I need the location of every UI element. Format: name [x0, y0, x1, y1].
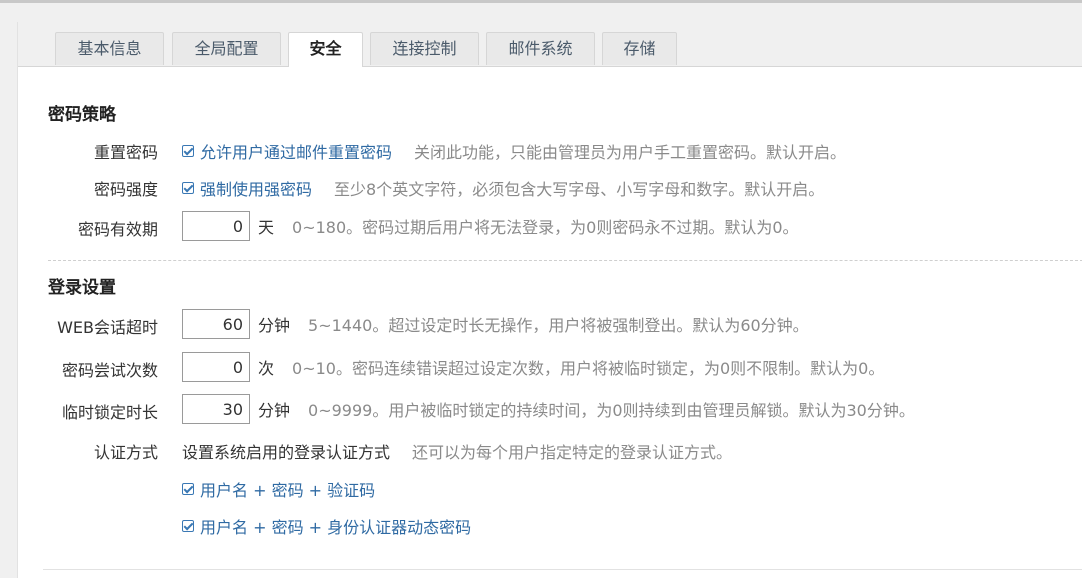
password-expiry-help: 0~180。密码过期后用户将无法登录，为0则密码永不过期。默认为0。	[292, 218, 799, 237]
auth-option-captcha-row: 用户名 + 密码 + 验证码	[182, 477, 375, 501]
password-attempts-label: 密码尝试次数	[61, 361, 158, 380]
auth-option-totp-row: 用户名 + 密码 + 身份认证器动态密码	[182, 514, 471, 538]
section-title-login-settings: 登录设置	[48, 278, 116, 298]
tab-basic-info[interactable]: 基本信息	[55, 32, 164, 65]
tab-connection-control[interactable]: 连接控制	[370, 32, 479, 65]
reset-password-checkbox-label[interactable]: 允许用户通过邮件重置密码	[200, 139, 392, 163]
bottom-divider	[43, 569, 1082, 570]
strong-password-checkbox[interactable]	[182, 182, 194, 194]
lock-duration-help: 0~9999。用户被临时锁定的持续时间，为0则持续到由管理员解锁。默认为30分钟…	[308, 401, 915, 420]
auth-option-totp-label[interactable]: 用户名 + 密码 + 身份认证器动态密码	[200, 514, 471, 538]
section-title-password-policy: 密码策略	[48, 105, 116, 125]
tab-bar: 基本信息 全局配置 安全 连接控制 邮件系统 存储	[18, 22, 1082, 67]
tab-mail-system[interactable]: 邮件系统	[486, 32, 595, 65]
session-timeout-unit: 分钟	[258, 316, 291, 335]
session-timeout-row: 分钟 5~1440。超过设定时长无操作，用户将被强制登出。默认为60分钟。	[182, 309, 809, 339]
password-attempts-input[interactable]	[182, 352, 250, 382]
password-attempts-help: 0~10。密码连续错误超过设定次数，用户将被临时锁定，为0则不限制。默认为0。	[292, 359, 885, 378]
lock-duration-unit: 分钟	[258, 401, 291, 420]
section-divider	[48, 260, 1082, 261]
password-expiry-row: 天 0~180。密码过期后用户将无法登录，为0则密码永不过期。默认为0。	[182, 211, 799, 241]
reset-password-row: 允许用户通过邮件重置密码 关闭此功能，只能由管理员为用户手工重置密码。默认开启。	[182, 139, 846, 163]
password-expiry-input[interactable]	[182, 211, 250, 241]
session-timeout-help: 5~1440。超过设定时长无操作，用户将被强制登出。默认为60分钟。	[308, 316, 809, 335]
tab-security[interactable]: 安全	[288, 32, 363, 67]
auth-method-row: 设置系统启用的登录认证方式 还可以为每个用户指定特定的登录认证方式。	[182, 439, 732, 463]
password-expiry-label: 密码有效期	[77, 220, 158, 239]
password-strength-label: 密码强度	[93, 180, 158, 199]
window-top-border	[0, 0, 1082, 3]
auth-option-totp-checkbox[interactable]	[182, 520, 194, 532]
tab-global-config[interactable]: 全局配置	[172, 32, 281, 65]
lock-duration-label: 临时锁定时长	[61, 403, 158, 422]
password-attempts-unit: 次	[258, 359, 275, 378]
session-timeout-input[interactable]	[182, 309, 250, 339]
tab-storage[interactable]: 存储	[602, 32, 677, 65]
settings-panel: 基本信息 全局配置 安全 连接控制 邮件系统 存储 密码策略 重置密码 允许用户…	[17, 22, 1082, 578]
reset-password-checkbox[interactable]	[182, 145, 194, 157]
password-expiry-unit: 天	[258, 218, 275, 237]
session-timeout-label: WEB会话超时	[57, 318, 158, 337]
auth-option-captcha-checkbox[interactable]	[182, 483, 194, 495]
password-strength-help: 至少8个英文字符，必须包含大写字母、小写字母和数字。默认开启。	[334, 180, 825, 199]
strong-password-checkbox-label[interactable]: 强制使用强密码	[200, 176, 312, 200]
auth-method-description: 设置系统启用的登录认证方式	[182, 443, 391, 462]
lock-duration-input[interactable]	[182, 394, 250, 424]
reset-password-help: 关闭此功能，只能由管理员为用户手工重置密码。默认开启。	[414, 143, 847, 162]
auth-method-help: 还可以为每个用户指定特定的登录认证方式。	[412, 443, 733, 462]
lock-duration-row: 分钟 0~9999。用户被临时锁定的持续时间，为0则持续到由管理员解锁。默认为3…	[182, 394, 915, 424]
password-strength-row: 强制使用强密码 至少8个英文字符，必须包含大写字母、小写字母和数字。默认开启。	[182, 176, 824, 200]
auth-method-label: 认证方式	[93, 443, 158, 462]
auth-option-captcha-label[interactable]: 用户名 + 密码 + 验证码	[200, 477, 375, 501]
password-attempts-row: 次 0~10。密码连续错误超过设定次数，用户将被临时锁定，为0则不限制。默认为0…	[182, 352, 884, 382]
reset-password-label: 重置密码	[93, 143, 158, 162]
